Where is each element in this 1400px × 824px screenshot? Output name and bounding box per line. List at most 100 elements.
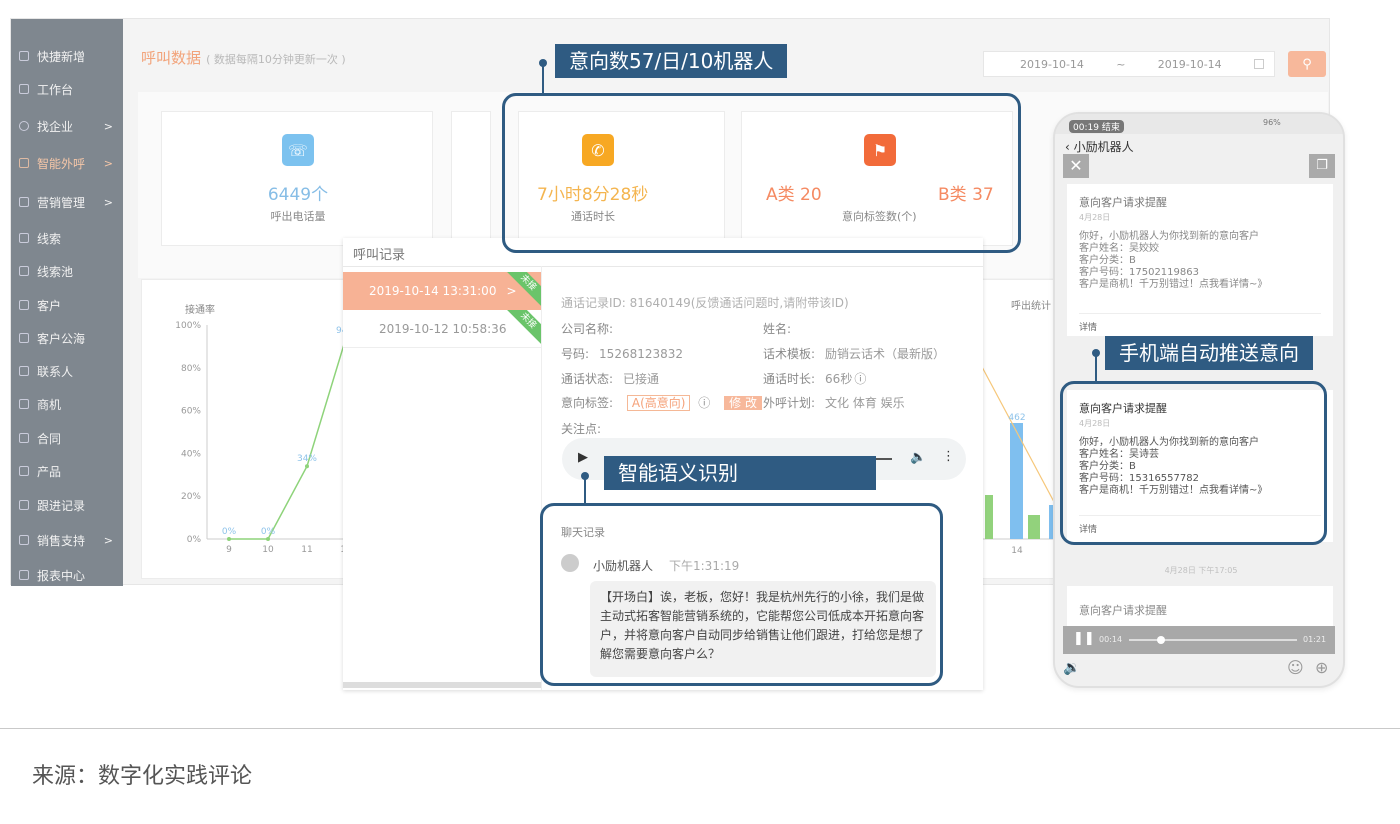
- notification-date: 4月28日: [1079, 213, 1111, 222]
- duration-field: 通话时长: 66秒 ⓘ: [763, 372, 867, 386]
- stat-card-calls: ☏ 6449个 呼出电话量: [161, 111, 433, 246]
- company-field: 公司名称:: [561, 322, 614, 336]
- semantic-callout: 智能语义识别: [604, 456, 876, 490]
- pause-icon[interactable]: ❚❚: [1073, 631, 1095, 646]
- chevron-right-icon: >: [103, 195, 113, 209]
- add-icon[interactable]: ⊕: [1315, 658, 1328, 677]
- sidebar-item-opportunities[interactable]: 商机: [11, 391, 123, 417]
- status-battery: 96%: [1263, 118, 1281, 127]
- search-button[interactable]: ⚲: [1288, 51, 1326, 77]
- phone-field: 号码: 15268123832: [561, 347, 684, 361]
- divider: [343, 266, 983, 267]
- record-id: 通话记录ID: 81640149(反馈通话问题时,请附带该ID): [561, 296, 849, 310]
- footer-divider: [0, 728, 1400, 729]
- y-tick-label: 0%: [187, 535, 202, 545]
- date-end: 2019-10-14: [1157, 57, 1222, 71]
- notification-title: 意向客户请求提醒: [1079, 604, 1167, 617]
- call-list-item[interactable]: 2019-10-12 10:58:36 未接: [343, 310, 541, 348]
- sidebar-item-reports[interactable]: 报表中心: [11, 562, 123, 588]
- y-tick-label: 20%: [181, 492, 201, 502]
- sidebar-item-marketing[interactable]: 营销管理 >: [11, 189, 123, 215]
- sidebar-item-leads[interactable]: 线索: [11, 225, 123, 251]
- intent-tag: A(高意向): [626, 395, 691, 411]
- notification-card[interactable]: 意向客户请求提醒: [1067, 586, 1333, 626]
- contact-icon: [19, 366, 29, 376]
- phone-audio-bar: ❚❚ 00:14 01:21: [1063, 626, 1335, 654]
- calendar-icon[interactable]: [1253, 59, 1264, 69]
- sidebar-item-label: 报表中心: [37, 568, 86, 583]
- x-tick-label: 14: [1011, 546, 1023, 556]
- sidebar-item-lead-pool[interactable]: 线索池: [11, 258, 123, 284]
- date-range-picker[interactable]: 2019-10-14 ~ 2019-10-14: [983, 51, 1275, 77]
- sidebar-item-label: 线索池: [37, 264, 74, 279]
- call-record-header: 呼叫记录: [353, 248, 406, 263]
- sidebar-item-contacts[interactable]: 联系人: [11, 358, 123, 384]
- data-point: [266, 537, 270, 541]
- list-scrollbar[interactable]: [343, 682, 541, 688]
- semantic-highlight-box: [540, 503, 943, 686]
- sidebar-item-label: 快捷新增: [37, 49, 86, 64]
- mobile-callout: 手机端自动推送意向: [1105, 336, 1313, 370]
- data-label: 34%: [297, 454, 317, 464]
- calls-value: 6449个: [267, 185, 329, 205]
- y-tick-label: 60%: [181, 407, 201, 417]
- page-subtitle: ( 数据每隔10分钟更新一次 ): [206, 53, 346, 66]
- callout-line: [542, 63, 544, 94]
- audio-time-end: 01:21: [1303, 635, 1327, 644]
- help-icon[interactable]: ⓘ: [698, 396, 710, 410]
- focus-field: 关注点:: [561, 422, 602, 436]
- sidebar-item-products[interactable]: 产品: [11, 458, 123, 484]
- status-time: 00:19 结束: [1069, 120, 1124, 133]
- phone-call-icon: ☏: [282, 134, 314, 166]
- sidebar-item-workbench[interactable]: 工作台: [11, 76, 123, 102]
- back-icon[interactable]: ‹: [1065, 140, 1070, 154]
- audio-thumb[interactable]: [1157, 636, 1165, 644]
- help-icon[interactable]: ⓘ: [854, 372, 866, 386]
- sidebar-item-quick-add[interactable]: 快捷新增: [11, 43, 123, 69]
- window-icon[interactable]: ❐: [1309, 154, 1335, 178]
- chat-timestamp: 4月28日 下午17:05: [1164, 566, 1238, 575]
- volume-icon[interactable]: 🔈: [910, 450, 926, 465]
- sidebar: 快捷新增 工作台 找企业 > 智能外呼 > 营销管理 > 线索 线索池 客户 客户公海…: [11, 19, 123, 586]
- page-title: 呼叫数据: [141, 49, 202, 67]
- sidebar-item-label: 线索: [37, 231, 62, 246]
- date-separator: ~: [1116, 57, 1126, 71]
- call-list-item-selected[interactable]: 2019-10-14 13:31:00 > 未接: [343, 272, 541, 310]
- audio-progress[interactable]: [876, 458, 892, 460]
- play-icon[interactable]: ▶: [578, 450, 588, 465]
- series-line: [229, 337, 347, 540]
- sidebar-item-smart-call[interactable]: 智能外呼 >: [11, 150, 123, 176]
- x-tick-label: 9: [226, 545, 232, 555]
- plus-square-icon: [19, 51, 29, 61]
- more-icon[interactable]: ⋮: [942, 449, 955, 464]
- data-label: 0%: [261, 527, 276, 537]
- sidebar-item-follow-up[interactable]: 跟进记录: [11, 492, 123, 518]
- sidebar-item-public-customers[interactable]: 客户公海: [11, 325, 123, 351]
- line-chart: 0%20%40%60%80%100%0%90%1034%1194%12: [175, 321, 361, 555]
- date-start: 2019-10-14: [1020, 57, 1084, 71]
- close-icon[interactable]: ✕: [1063, 154, 1089, 178]
- sidebar-item-label: 智能外呼: [37, 156, 86, 171]
- sidebar-item-label: 营销管理: [37, 195, 86, 210]
- intent-highlight-box: [502, 93, 1021, 253]
- sidebar-item-find-company[interactable]: 找企业 >: [11, 113, 123, 139]
- sidebar-item-customers[interactable]: 客户: [11, 292, 123, 318]
- audio-track[interactable]: [1129, 639, 1297, 641]
- voice-icon[interactable]: 🔉: [1063, 660, 1080, 676]
- status-badge: 结束: [1101, 123, 1120, 133]
- intent-field: 意向标签: A(高意向) ⓘ 修 改: [561, 394, 762, 411]
- sidebar-item-label: 客户: [37, 298, 62, 313]
- notification-card[interactable]: 意向客户请求提醒 4月28日 你好，小励机器人为你找到新的意向客户 客户姓名：吴姣…: [1067, 184, 1333, 336]
- emoji-icon[interactable]: ☺: [1287, 658, 1304, 677]
- user-icon: [19, 300, 29, 310]
- phone-icon: [19, 158, 29, 168]
- status-field: 通话状态: 已接通: [561, 372, 660, 386]
- notification-title: 意向客户请求提醒: [1079, 196, 1167, 209]
- sidebar-item-sales-support[interactable]: 销售支持 >: [11, 527, 123, 553]
- modify-button[interactable]: 修 改: [724, 396, 762, 410]
- detail-link[interactable]: 详情: [1079, 313, 1321, 333]
- sidebar-item-contracts[interactable]: 合同: [11, 425, 123, 451]
- chart-title: 接通率: [185, 305, 215, 316]
- calls-label: 呼出电话量: [270, 210, 326, 223]
- template-field: 话术模板: 励销云话术（最新版）: [763, 347, 946, 361]
